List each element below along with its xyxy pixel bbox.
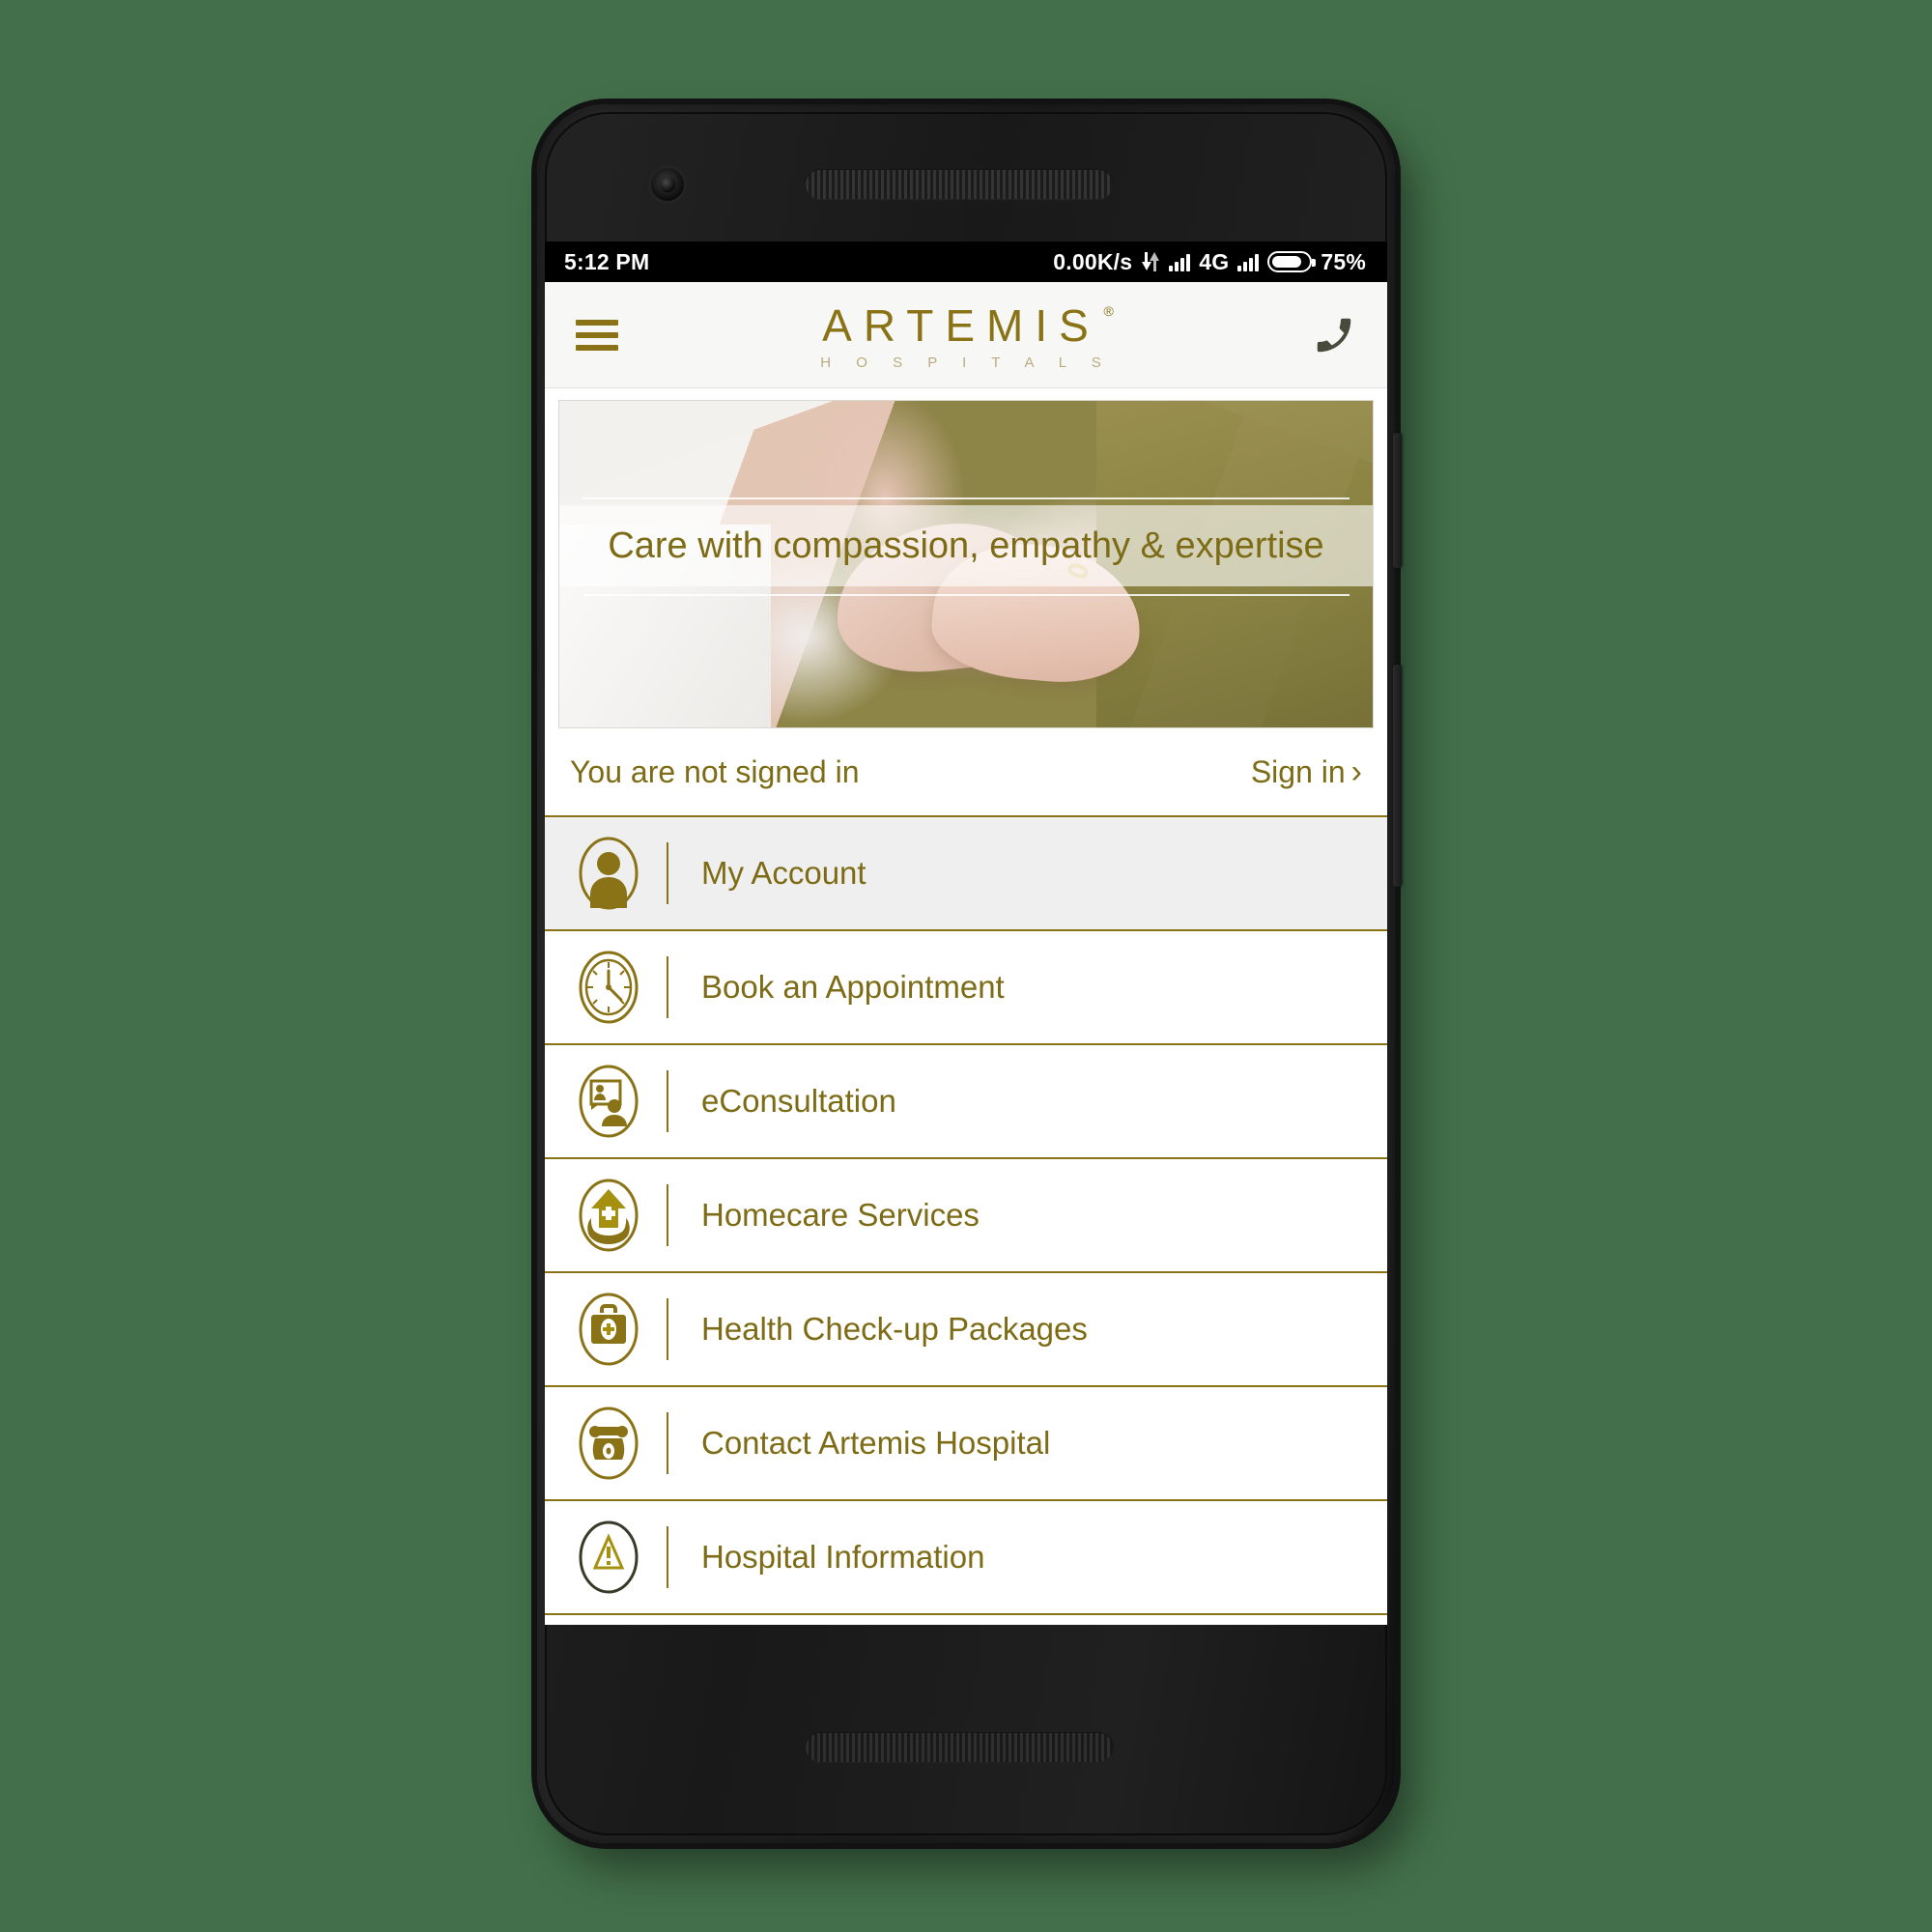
menu-item-label: eConsultation [701, 1083, 896, 1119]
menu-item-label: Book an Appointment [701, 969, 1005, 1005]
menu-item-label: My Account [701, 855, 867, 891]
hero-banner-image[interactable]: Care with compassion, empathy & expertis… [558, 400, 1374, 728]
clock-icon [574, 947, 643, 1028]
menu-item-label: Health Check-up Packages [701, 1311, 1088, 1347]
menu-item-label: Homecare Services [701, 1197, 980, 1233]
banner-rule-bottom [582, 594, 1350, 596]
menu-item-health-checkup-packages[interactable]: Health Check-up Packages [545, 1273, 1387, 1387]
medical-kit-icon [574, 1289, 643, 1370]
signal-bars-icon-2 [1237, 252, 1260, 271]
registered-trademark-icon: ® [1103, 302, 1114, 319]
brand-logo-word: ARTEMIS [822, 299, 1100, 351]
menu-item-homecare-services[interactable]: Homecare Services [545, 1159, 1387, 1273]
brand-logo: ARTEMIS ® H O S P I T A L S [545, 299, 1387, 371]
network-type-text: 4G [1199, 248, 1230, 274]
brand-logo-subtitle: H O S P I T A L S [820, 354, 1112, 371]
main-menu-list: My Account Book an Appointment eConsulta… [545, 817, 1387, 1615]
bottom-speaker-icon [806, 1733, 1113, 1762]
power-button[interactable] [1393, 665, 1402, 887]
earpiece-speaker-icon [806, 170, 1113, 199]
user-avatar-icon [574, 833, 643, 914]
sign-in-label: Sign in [1250, 753, 1346, 789]
video-consultation-icon [574, 1061, 643, 1142]
chevron-right-icon: › [1350, 753, 1362, 790]
volume-button[interactable] [1393, 433, 1402, 568]
menu-item-divider [667, 1184, 668, 1246]
menu-item-divider [667, 1412, 668, 1474]
network-speed-text: 0.00K/s [1053, 248, 1133, 274]
banner-caption-band: Care with compassion, empathy & expertis… [559, 505, 1373, 586]
app-header: ARTEMIS ® H O S P I T A L S [545, 282, 1387, 388]
banner-caption-text: Care with compassion, empathy & expertis… [608, 525, 1324, 566]
hamburger-menu-icon[interactable] [576, 313, 618, 357]
data-transfer-arrows-icon [1141, 251, 1160, 272]
menu-item-book-an-appointment[interactable]: Book an Appointment [545, 931, 1387, 1045]
banner-rule-top [582, 497, 1350, 499]
sign-in-button[interactable]: Sign in › [1251, 754, 1362, 790]
signin-row: You are not signed in Sign in › [545, 728, 1387, 817]
phone-call-icon[interactable] [1312, 313, 1356, 357]
menu-item-hospital-information[interactable]: Hospital Information [545, 1501, 1387, 1615]
menu-item-label: Hospital Information [701, 1539, 985, 1575]
battery-percent-text: 75% [1321, 248, 1366, 274]
telephone-icon [574, 1403, 643, 1484]
front-camera-icon [651, 168, 684, 201]
menu-item-contact-artemis-hospital[interactable]: Contact Artemis Hospital [545, 1387, 1387, 1501]
phone-device-frame: 5:12 PM 0.00K/s 4G 75% ARTEMIS ® H O S P… [537, 104, 1402, 1843]
signal-bars-icon [1169, 252, 1191, 271]
menu-item-divider [667, 1070, 668, 1132]
info-triangle-icon [574, 1517, 643, 1598]
signin-status-text: You are not signed in [570, 753, 860, 789]
menu-item-label: Contact Artemis Hospital [701, 1425, 1051, 1461]
menu-item-divider [667, 1526, 668, 1588]
menu-item-econsultation[interactable]: eConsultation [545, 1045, 1387, 1159]
screenshot-stage: 5:12 PM 0.00K/s 4G 75% ARTEMIS ® H O S P… [0, 0, 1932, 1932]
menu-item-my-account[interactable]: My Account [545, 817, 1387, 931]
battery-icon [1267, 251, 1317, 272]
brand-logo-text: ARTEMIS ® [822, 299, 1114, 352]
status-bar-clock: 5:12 PM [564, 248, 650, 274]
home-in-hands-icon [574, 1175, 643, 1256]
phone-screen: 5:12 PM 0.00K/s 4G 75% ARTEMIS ® H O S P… [545, 242, 1387, 1625]
status-bar: 5:12 PM 0.00K/s 4G 75% [545, 242, 1387, 282]
menu-item-divider [667, 842, 668, 904]
menu-item-divider [667, 956, 668, 1018]
menu-item-divider [667, 1298, 668, 1360]
hero-banner-container: Care with compassion, empathy & expertis… [545, 388, 1387, 728]
